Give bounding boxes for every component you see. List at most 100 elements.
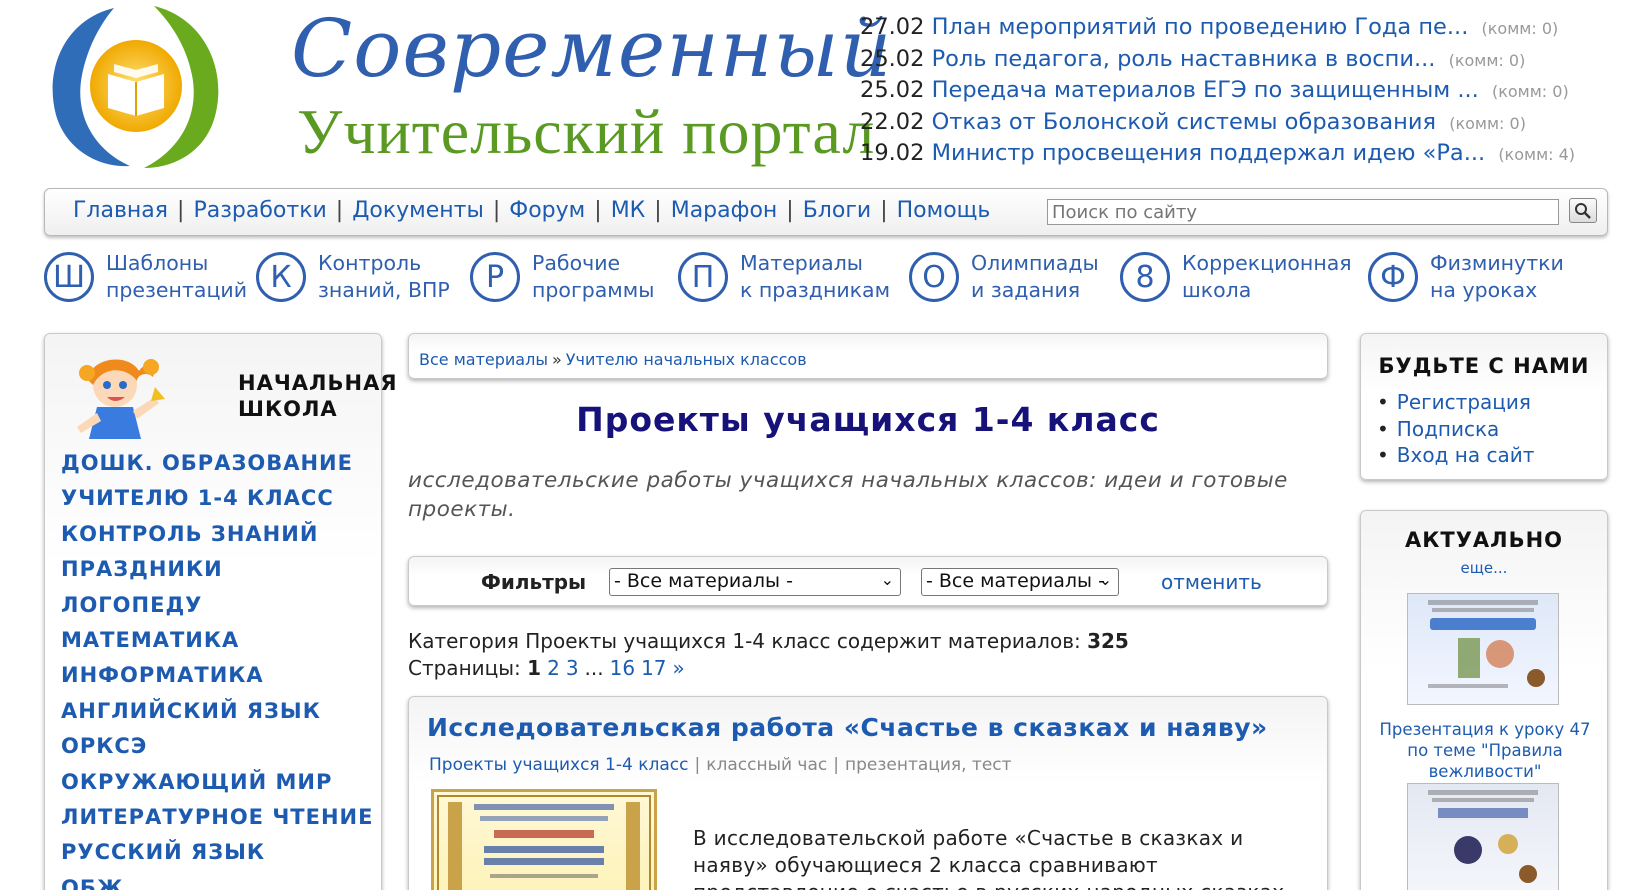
join-us-item[interactable]: • Регистрация xyxy=(1377,390,1534,417)
pagination-page[interactable]: 17 xyxy=(641,656,666,680)
filters-cancel-link[interactable]: отменить xyxy=(1161,570,1262,594)
left-menu-item[interactable]: ЛОГОПЕДУ xyxy=(61,593,373,628)
join-us-heading: БУДЬТЕ С НАМИ xyxy=(1378,354,1590,378)
register-link[interactable]: Регистрация xyxy=(1397,390,1531,414)
breadcrumb-text: Все материалы» Учителю начальных классов xyxy=(419,350,807,369)
nav-blogs[interactable]: Блоги xyxy=(803,198,871,223)
left-menu-item[interactable]: ОБЖ xyxy=(61,876,373,890)
news-date: 19.02 xyxy=(860,140,925,166)
news-link[interactable]: Роль педагога, роль наставника в воспи..… xyxy=(932,46,1436,72)
search-input[interactable] xyxy=(1047,199,1559,225)
nav-help[interactable]: Помощь xyxy=(897,198,991,223)
pagination-label: Страницы: xyxy=(408,656,521,680)
book-logo-icon xyxy=(52,6,219,168)
article-tag: классный час xyxy=(706,755,828,775)
left-menu-item[interactable]: ИНФОРМАТИКА xyxy=(61,663,373,698)
nav-home[interactable]: Главная xyxy=(73,198,168,223)
left-menu-item[interactable]: ОКРУЖАЮЩИЙ МИР xyxy=(61,770,373,805)
news-comments: (комм: 0) xyxy=(1481,19,1559,38)
chevron-down-icon: ⌄ xyxy=(1098,570,1112,589)
quick-link-line2: школа xyxy=(1182,278,1252,302)
nav-items: Главная | Разработки | Документы | Форум | МК | Ма… xyxy=(73,198,990,223)
quick-link-programs[interactable]: Р Рабочие программы xyxy=(470,250,654,304)
actual-more-link[interactable]: еще... xyxy=(1361,559,1607,577)
category-info: Категория Проекты учащихся 1-4 класс сод… xyxy=(408,628,1129,682)
nav-developments[interactable]: Разработки xyxy=(193,198,326,223)
left-menu: ДОШК. ОБРАЗОВАНИЕ УЧИТЕЛЮ 1-4 КЛАСС КОНТ… xyxy=(61,451,373,890)
quick-link-icon: О xyxy=(909,252,959,302)
article-card: Исследовательская работа «Счастье в сказ… xyxy=(408,696,1328,890)
site-title-line2: Учительский портал xyxy=(297,96,876,167)
news-date: 25.02 xyxy=(860,77,925,103)
login-link[interactable]: Вход на сайт xyxy=(1397,443,1535,467)
quick-link-control[interactable]: К Контроль знаний, ВПР xyxy=(256,250,450,304)
quick-link-olympiads[interactable]: О Олимпиады и задания xyxy=(909,250,1099,304)
tag-separator: | xyxy=(694,755,701,775)
breadcrumb-all-materials[interactable]: Все материалы xyxy=(419,350,548,369)
actual-thumbnail[interactable] xyxy=(1407,593,1559,705)
filter-select-1[interactable]: - Все материалы - ⌄ xyxy=(609,568,901,596)
subscribe-link[interactable]: Подписка xyxy=(1397,417,1500,441)
nav-mk[interactable]: МК xyxy=(611,198,646,223)
nav-forum[interactable]: Форум xyxy=(509,198,585,223)
join-us-list: • Регистрация • Подписка • Вход на сайт xyxy=(1377,390,1534,470)
pagination-page[interactable]: 2 xyxy=(547,656,560,680)
nav-separator: | xyxy=(594,198,602,223)
left-menu-item[interactable]: ЛИТЕРАТУРНОЕ ЧТЕНИЕ xyxy=(61,805,373,840)
actual-thumbnail[interactable] xyxy=(1407,783,1559,890)
left-menu-item[interactable]: РУССКИЙ ЯЗЫК xyxy=(61,840,373,875)
nav-separator: | xyxy=(880,198,888,223)
left-menu-item[interactable]: АНГЛИЙСКИЙ ЯЗЫК xyxy=(61,699,373,734)
join-us-item[interactable]: • Вход на сайт xyxy=(1377,443,1534,470)
nav-separator: | xyxy=(786,198,794,223)
pagination-page[interactable]: 16 xyxy=(610,656,635,680)
nav-marathon[interactable]: Марафон xyxy=(671,198,778,223)
nav-separator: | xyxy=(492,198,501,223)
article-tag-category[interactable]: Проекты учащихся 1-4 класс xyxy=(429,755,688,775)
news-list: 27.02 План мероприятий по проведению Год… xyxy=(860,14,1630,172)
nav-documents[interactable]: Документы xyxy=(352,198,484,223)
actual-caption[interactable]: Презентация к уроку 47 по теме "Правила … xyxy=(1369,719,1601,782)
page-description: исследовательские работы учащихся началь… xyxy=(408,468,1288,522)
news-link[interactable]: План мероприятий по проведению Года пе..… xyxy=(932,14,1469,40)
news-link[interactable]: Передача материалов ЕГЭ по защищенным ..… xyxy=(932,77,1479,103)
news-item: 19.02 Министр просвещения поддержал идею… xyxy=(860,140,1630,172)
article-title[interactable]: Исследовательская работа «Счастье в сказ… xyxy=(427,713,1268,742)
search-button[interactable] xyxy=(1569,198,1597,223)
left-menu-item[interactable]: ДОШК. ОБРАЗОВАНИЕ xyxy=(61,451,373,486)
slide-thumbnail-icon xyxy=(1428,790,1538,883)
quick-link-correctional[interactable]: 8 Коррекционная школа xyxy=(1120,250,1352,304)
girl-with-bell-icon xyxy=(77,359,165,439)
article-thumbnail[interactable] xyxy=(431,789,657,890)
site-logo[interactable]: Современный Учительский портал xyxy=(44,0,891,175)
news-link[interactable]: Министр просвещения поддержал идею «Ра..… xyxy=(932,140,1486,166)
quick-link-icon: Ф xyxy=(1368,252,1418,302)
left-menu-item[interactable]: ОРКСЭ xyxy=(61,734,373,769)
quick-link-holidays[interactable]: П Материалы к праздникам xyxy=(678,250,890,304)
article-tags: Проекты учащихся 1-4 класс | классный час |… xyxy=(429,755,1012,775)
chevron-down-icon: ⌄ xyxy=(880,570,894,589)
left-menu-item[interactable]: КОНТРОЛЬ ЗНАНИЙ xyxy=(61,522,373,557)
news-date: 22.02 xyxy=(860,108,925,135)
pagination-next[interactable]: » xyxy=(673,656,685,680)
left-menu-item[interactable]: ПРАЗДНИКИ xyxy=(61,557,373,592)
quick-link-fizminutki[interactable]: Ф Физминутки на уроках xyxy=(1368,250,1564,304)
pagination-page[interactable]: 3 xyxy=(566,656,579,680)
join-us-panel: БУДЬТЕ С НАМИ • Регистрация • Подписка • Вх… xyxy=(1360,333,1608,480)
breadcrumb-primary-teacher[interactable]: Учителю начальных классов xyxy=(566,350,807,369)
left-sidebar: НАЧАЛЬНАЯ ШКОЛА ДОШК. ОБРАЗОВАНИЕ УЧИТЕЛ… xyxy=(44,333,397,890)
left-menu-item[interactable]: УЧИТЕЛЮ 1-4 КЛАСС xyxy=(61,486,373,521)
news-date: 25.02 xyxy=(860,45,925,72)
news-item: 22.02 Отказ от Болонской системы образов… xyxy=(860,109,1630,141)
news-link[interactable]: Отказ от Болонской системы образования xyxy=(932,109,1436,135)
left-panel-heading: НАЧАЛЬНАЯ ШКОЛА xyxy=(238,370,398,422)
left-menu-item[interactable]: МАТЕМАТИКА xyxy=(61,628,373,663)
page-title: Проекты учащихся 1-4 класс xyxy=(576,400,1160,439)
filter-select-2[interactable]: - Все материалы - ⌄ xyxy=(921,568,1119,596)
nav-separator: | xyxy=(335,198,344,223)
pagination-ellipsis: ... xyxy=(584,656,604,680)
left-heading-line1: НАЧАЛЬНАЯ xyxy=(238,371,398,395)
join-us-item[interactable]: • Подписка xyxy=(1377,417,1534,444)
quick-link-templates[interactable]: Ш Шаблоны презентаций xyxy=(44,250,247,304)
slide-thumbnail-icon xyxy=(1428,600,1545,688)
